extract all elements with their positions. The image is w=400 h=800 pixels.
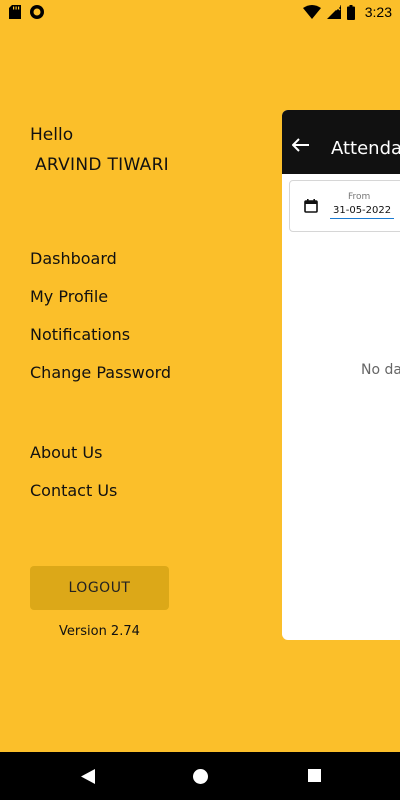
nav-home-icon[interactable] xyxy=(193,769,208,784)
calendar-icon xyxy=(304,199,318,213)
nav-back-icon[interactable] xyxy=(81,769,95,784)
app-bar: Attendance xyxy=(282,110,400,174)
clock-time: 3:23 xyxy=(364,4,392,20)
menu-item-change-password[interactable]: Change Password xyxy=(30,363,171,382)
back-arrow-icon[interactable] xyxy=(292,138,310,152)
nav-recents-icon[interactable] xyxy=(308,769,321,782)
logout-button[interactable]: LOGOUT xyxy=(30,566,169,610)
app-version: Version 2.74 xyxy=(59,624,140,639)
navigation-drawer: Hello ARVIND TIWARI Dashboard My Profile… xyxy=(0,24,282,752)
user-name: ARVIND TIWARI xyxy=(35,155,169,175)
sd-card-icon xyxy=(9,5,21,19)
menu-item-contact-us[interactable]: Contact Us xyxy=(30,481,117,500)
from-date-picker[interactable]: From 31-05-2022 xyxy=(289,180,400,232)
from-date-value[interactable]: 31-05-2022 xyxy=(330,205,395,219)
menu-item-my-profile[interactable]: My Profile xyxy=(30,287,108,306)
battery-icon xyxy=(346,4,355,20)
system-nav-bar xyxy=(0,752,400,800)
status-bar: 3:23 xyxy=(0,0,400,24)
page-title: Attendance xyxy=(331,138,400,159)
wifi-icon xyxy=(302,5,321,19)
menu-item-dashboard[interactable]: Dashboard xyxy=(30,249,117,268)
greeting-text: Hello xyxy=(30,125,74,145)
empty-state-text: No data xyxy=(361,362,400,378)
menu-item-about-us[interactable]: About Us xyxy=(30,443,102,462)
from-label: From xyxy=(348,192,371,202)
record-icon xyxy=(30,5,44,19)
main-screen-preview[interactable]: Attendance From 31-05-2022 No data xyxy=(282,110,400,640)
signal-icon xyxy=(326,5,341,19)
menu-item-notifications[interactable]: Notifications xyxy=(30,325,130,344)
